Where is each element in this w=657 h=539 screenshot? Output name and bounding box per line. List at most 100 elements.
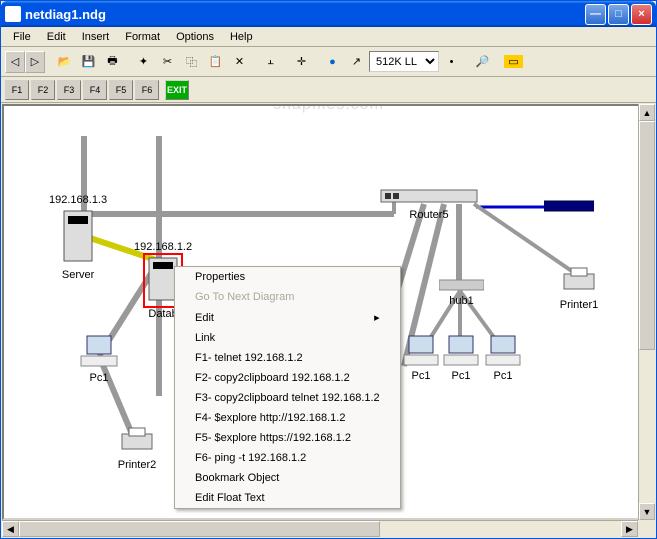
close-button[interactable]: × [631,4,652,25]
crosshair-button[interactable]: ✛ [290,50,313,73]
ctx-edit[interactable]: Edit▸ [175,307,400,328]
menu-options[interactable]: Options [168,29,222,45]
copy-icon: ⿻ [186,54,197,70]
scroll-left-button[interactable]: ◀ [2,521,19,537]
link-button[interactable]: ↗ [345,50,368,73]
ctx-properties[interactable]: Properties [175,267,400,287]
app-window: ⬚ netdiag1.ndg — □ × File Edit Insert Fo… [0,0,657,539]
titlebar: ⬚ netdiag1.ndg — □ × [1,1,656,27]
server-label: Server [49,269,107,281]
f5-button[interactable]: F5 [109,80,133,100]
crosshair-icon: ✛ [297,55,306,68]
object-button[interactable]: ▭ [502,50,525,73]
diagram-canvas[interactable]: snapfiles.com 192.168.1.3 Server [2,104,655,520]
globe-button[interactable]: ● [321,50,344,73]
computer-icon [442,334,480,367]
object-icon: ▭ [504,55,522,68]
nav-forward-button[interactable]: ▷ [25,51,45,73]
ctx-link[interactable]: Link [175,328,400,348]
save-icon: 💾 [82,55,96,68]
ctx-f5-explore-https[interactable]: F5- $explore https://192.168.1.2 [175,428,400,448]
menu-file[interactable]: File [5,29,39,45]
function-bar: F1 F2 F3 F4 F5 F6 EXIT [1,77,656,103]
node-pc-left[interactable]: Pc1 [79,334,119,384]
cut-button[interactable]: ✂ [156,50,179,73]
chart-icon: ⫠ [267,55,274,68]
menu-help[interactable]: Help [222,29,261,45]
chart-button[interactable]: ⫠ [259,50,282,73]
menu-insert[interactable]: Insert [74,29,118,45]
node-hub1[interactable]: hub1 [439,278,484,307]
vscroll-thumb[interactable] [639,121,655,350]
print-button[interactable]: 🖶 [101,50,124,73]
menubar: File Edit Insert Format Options Help [1,27,656,47]
scroll-up-button[interactable]: ▲ [639,104,655,121]
pc-left-label: Pc1 [79,372,119,384]
printer2-label: Printer2 [117,459,157,471]
ctx-f2-copy[interactable]: F2- copy2clipboard 192.168.1.2 [175,368,400,388]
nodes-button[interactable]: ✦ [132,50,155,73]
switch-icon [544,199,594,213]
exit-button[interactable]: EXIT [165,80,189,100]
ctx-f3-copy-telnet[interactable]: F3- copy2clipboard telnet 192.168.1.2 [175,388,400,408]
endpoint-button[interactable]: • [440,50,463,73]
hub1-label: hub1 [439,295,484,307]
ctx-edit-float-text[interactable]: Edit Float Text [175,488,400,508]
node-server[interactable]: 192.168.1.3 Server [49,194,107,281]
scissors-icon: ✂ [163,55,172,68]
maximize-button[interactable]: □ [608,4,629,25]
hub-icon [439,278,484,292]
ctx-goto-next-diagram: Go To Next Diagram [175,287,400,307]
database-ip: 192.168.1.2 [134,241,192,253]
horizontal-scrollbar[interactable]: ◀ ▶ [2,520,638,537]
app-icon: ⬚ [5,6,21,22]
server-ip: 192.168.1.3 [49,194,107,206]
f6-button[interactable]: F6 [135,80,159,100]
f1-button[interactable]: F1 [5,80,29,100]
window-title: netdiag1.ndg [25,7,585,22]
menu-format[interactable]: Format [117,29,168,45]
ctx-f1-telnet[interactable]: F1- telnet 192.168.1.2 [175,348,400,368]
minimize-button[interactable]: — [585,4,606,25]
folder-open-icon: 📂 [58,55,72,68]
copy-button[interactable]: ⿻ [180,50,203,73]
printer-icon [117,426,157,456]
node-pc-r2[interactable]: Pc1 [442,334,480,382]
ctx-f6-ping[interactable]: F6- ping -t 192.168.1.2 [175,448,400,468]
computer-icon [79,334,119,369]
paste-icon: 📋 [209,55,223,68]
open-button[interactable]: 📂 [53,50,76,73]
scroll-down-button[interactable]: ▼ [639,503,655,520]
node-printer1[interactable]: Printer1 [559,266,599,311]
submenu-arrow-icon: ▸ [374,311,380,324]
router5-label: Router5 [379,209,479,221]
link-type-dropdown[interactable]: 512K LL [369,51,439,72]
f3-button[interactable]: F3 [57,80,81,100]
ctx-f4-explore-http[interactable]: F4- $explore http://192.168.1.2 [175,408,400,428]
paste-button[interactable]: 📋 [204,50,227,73]
toolbar: ◁ ▷ 📂 💾 🖶 ✦ ✂ ⿻ 📋 ✕ ⫠ ✛ ● ↗ 512K LL • 🔎 … [1,47,656,77]
vertical-scrollbar[interactable]: ▲ ▼ [638,104,655,520]
node-switch[interactable] [544,199,594,216]
watermark: snapfiles.com [273,104,384,114]
nav-back-button[interactable]: ◁ [5,51,25,73]
ctx-bookmark[interactable]: Bookmark Object [175,468,400,488]
hscroll-thumb[interactable] [19,521,380,537]
node-pc-r1[interactable]: Pc1 [402,334,440,382]
nodes-icon: ✦ [139,55,148,68]
scroll-right-button[interactable]: ▶ [621,521,638,537]
delete-icon: ✕ [235,55,244,68]
printer-icon [559,266,599,296]
save-button[interactable]: 💾 [77,50,100,73]
node-printer2[interactable]: Printer2 [117,426,157,471]
dot-icon: • [450,56,454,68]
f4-button[interactable]: F4 [83,80,107,100]
find-button[interactable]: 🔎 [471,50,494,73]
globe-icon: ● [329,56,336,68]
delete-button[interactable]: ✕ [228,50,251,73]
node-router5[interactable]: Router5 [379,186,479,221]
node-pc-r3[interactable]: Pc1 [484,334,522,382]
computer-icon [402,334,440,367]
menu-edit[interactable]: Edit [39,29,74,45]
f2-button[interactable]: F2 [31,80,55,100]
